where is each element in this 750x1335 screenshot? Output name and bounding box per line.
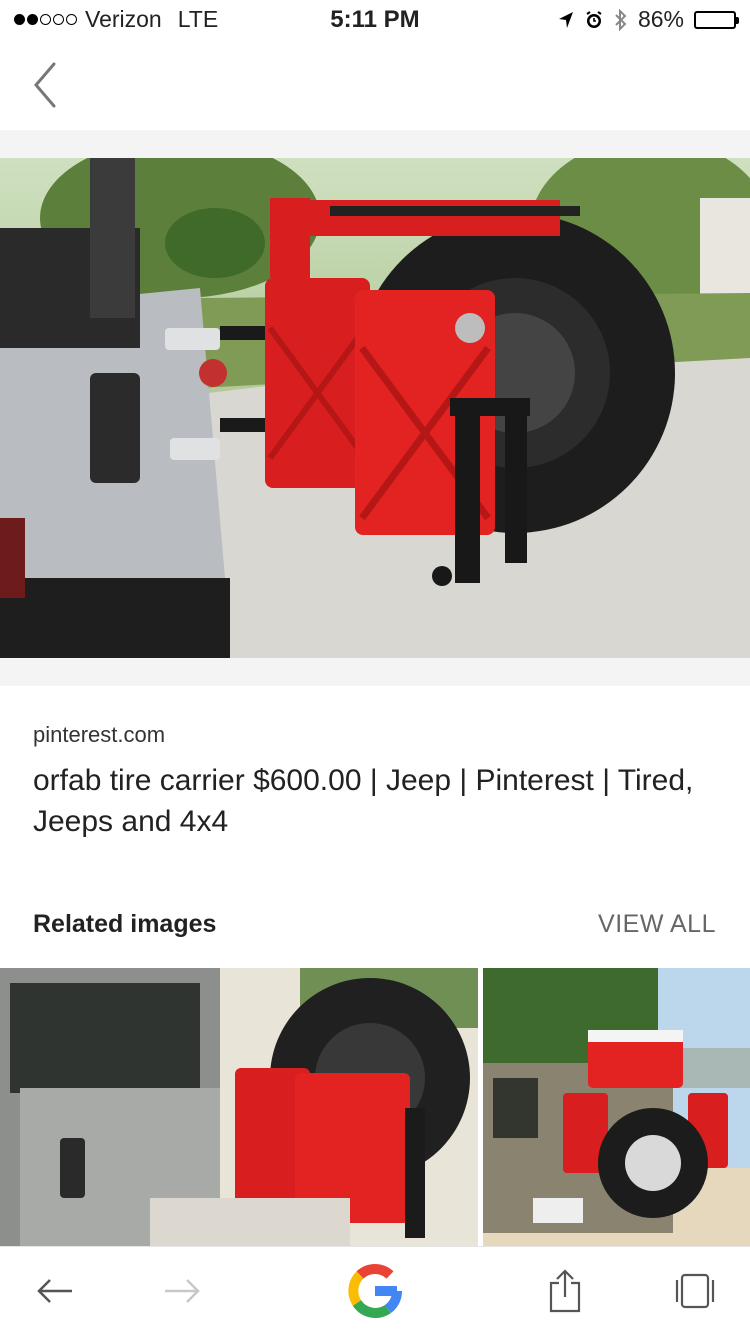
tabs-icon [675, 1273, 715, 1309]
location-icon [558, 11, 573, 28]
bluetooth-icon [615, 8, 627, 31]
battery-percent: 86% [637, 6, 684, 32]
share-button[interactable] [535, 1247, 595, 1335]
result-image[interactable] [0, 158, 750, 658]
view-all-link[interactable]: VIEW ALL [598, 910, 716, 939]
google-home-button[interactable] [340, 1247, 410, 1335]
status-bar: Verizon LTE 5:11 PM 86% [0, 0, 750, 40]
back-button[interactable] [25, 1247, 85, 1335]
forward-button[interactable] [152, 1247, 212, 1335]
bottom-toolbar [0, 1246, 750, 1335]
share-icon [549, 1269, 581, 1313]
forward-arrow-icon [165, 1279, 200, 1303]
related-image-thumbnail-2[interactable] [483, 968, 750, 1246]
tabs-button[interactable] [665, 1247, 725, 1335]
google-logo [348, 1264, 402, 1318]
related-image-thumbnail-1[interactable] [0, 968, 478, 1246]
result-source[interactable]: pinterest.com [33, 722, 165, 748]
status-right: 86% [558, 6, 739, 33]
result-title[interactable]: orfab tire carrier $600.00 | Jeep | Pint… [33, 760, 713, 842]
related-images-heading: Related images [33, 910, 217, 938]
result-image-container [0, 130, 750, 686]
back-chevron-icon[interactable] [26, 60, 66, 110]
alarm-icon [586, 10, 602, 28]
back-arrow-icon [37, 1279, 72, 1303]
battery-icon [694, 10, 739, 29]
nav-bar [0, 40, 750, 130]
